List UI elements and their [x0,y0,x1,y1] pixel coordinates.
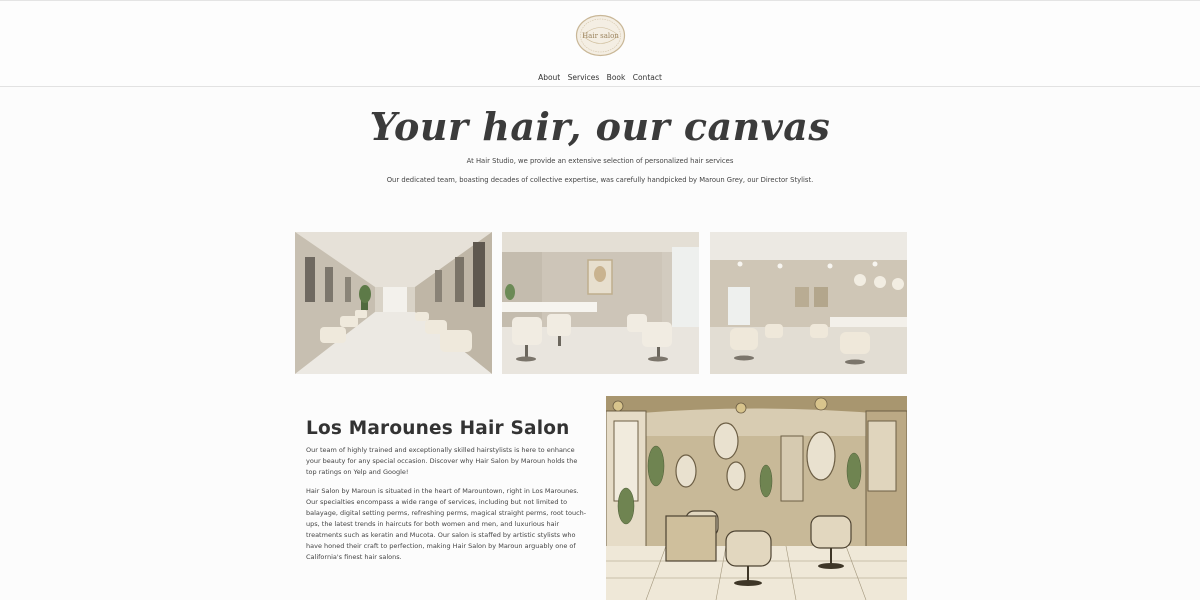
nav-services[interactable]: Services [568,73,600,82]
salon-illustration [606,396,907,600]
salon-photo-2 [502,232,699,374]
site-header: Hair salon About Services Book Contact [0,0,1200,87]
salon-photo-3 [710,232,907,374]
nav-book[interactable]: Book [607,73,626,82]
salon-logo[interactable]: Hair salon [575,14,626,57]
about-title: Los Marounes Hair Salon [306,418,570,439]
hero-team-text: Our dedicated team, boasting decades of … [386,176,814,184]
nav-about[interactable]: About [538,73,560,82]
salon-photo-1 [295,232,492,374]
about-paragraph-2: Hair Salon by Maroun is situated in the … [306,487,587,561]
nav-contact[interactable]: Contact [633,73,662,82]
hero-title: Your hair, our canvas [369,104,831,149]
hero-intro: At Hair Studio, we provide an extensive … [466,157,734,165]
main-nav: About Services Book Contact [0,73,1200,82]
about-paragraph-1: Our team of highly trained and exception… [306,446,578,476]
logo-text: Hair salon [582,32,619,40]
